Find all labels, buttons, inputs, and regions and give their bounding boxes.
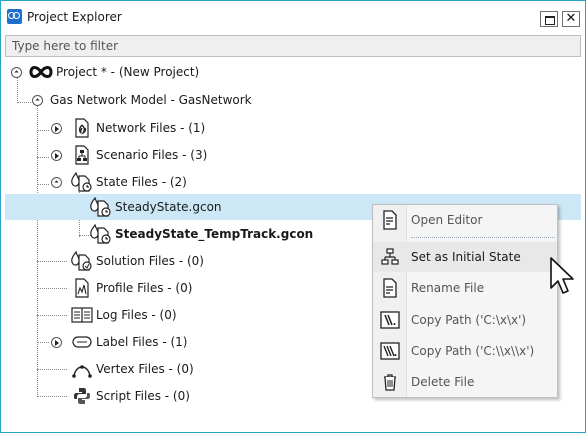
folder-label: Log Files - (0)	[96, 308, 177, 322]
mouse-cursor-icon	[550, 257, 574, 294]
expand-toggle[interactable]	[51, 337, 62, 348]
label-file-icon	[72, 336, 92, 348]
state-file-icon	[71, 172, 92, 192]
title-bar: Project Explorer ✕	[1, 1, 585, 33]
menu-item-copy-path-double[interactable]: Copy Path ('C:\\x\\x')	[373, 336, 557, 366]
menu-item-label: Copy Path ('C:\\x\\x')	[411, 344, 535, 358]
folder-label: Solution Files - (0)	[96, 254, 204, 268]
infinity-icon	[29, 66, 53, 78]
hierarchy-icon	[381, 248, 399, 265]
double-path-icon	[380, 342, 400, 360]
folder-label: Script Files - (0)	[96, 389, 190, 403]
menu-item-label: Open Editor	[411, 213, 483, 227]
tree-row-network-files[interactable]: Network Files - (1)	[5, 115, 581, 141]
close-button[interactable]: ✕	[562, 11, 580, 27]
model-label: Gas Network Model - GasNetwork	[50, 93, 252, 107]
state-file-icon	[90, 197, 111, 217]
menu-item-delete-file[interactable]: Delete File	[373, 367, 557, 397]
collapse-toggle[interactable]	[11, 67, 22, 78]
solution-file-icon	[71, 251, 92, 271]
filter-box	[5, 35, 581, 57]
menu-item-rename-file[interactable]: Rename File	[373, 273, 557, 303]
filter-input[interactable]	[6, 36, 580, 56]
folder-label: Profile Files - (0)	[96, 281, 193, 295]
trash-icon	[384, 374, 396, 391]
rename-icon	[383, 278, 397, 298]
restore-button[interactable]	[540, 11, 558, 27]
tree-row-project[interactable]: Project * - (New Project)	[5, 59, 581, 85]
window-title: Project Explorer	[27, 10, 122, 24]
collapse-toggle[interactable]	[51, 177, 62, 188]
menu-item-label: Set as Initial State	[411, 250, 521, 264]
script-file-icon	[74, 388, 90, 404]
document-edit-icon	[383, 210, 397, 230]
project-explorer-window: Project Explorer ✕ Project * - (New Proj…	[0, 0, 586, 433]
menu-item-label: Rename File	[411, 281, 485, 295]
app-logo-icon	[7, 9, 22, 24]
state-file-label: SteadyState.gcon	[115, 200, 222, 214]
expand-toggle[interactable]	[51, 150, 62, 161]
state-file-icon	[90, 224, 111, 244]
context-menu: Open Editor Set as Initial State Rename …	[372, 204, 558, 398]
project-label: Project * - (New Project)	[56, 65, 200, 79]
scenario-file-icon	[75, 145, 89, 165]
folder-label: Scenario Files - (3)	[96, 148, 208, 162]
menu-item-label: Delete File	[411, 375, 475, 389]
path-icon	[380, 311, 400, 329]
menu-item-label: Copy Path ('C:\x\x')	[411, 313, 527, 327]
state-file-label: SteadyState_TempTrack.gcon	[115, 227, 314, 241]
folder-label: Network Files - (1)	[96, 121, 206, 135]
log-file-icon	[71, 307, 93, 323]
network-file-icon	[75, 118, 89, 138]
vertex-file-icon	[72, 365, 92, 378]
expand-toggle[interactable]	[51, 123, 62, 134]
profile-file-icon	[75, 278, 89, 298]
folder-label: Label Files - (1)	[96, 335, 188, 349]
collapse-toggle[interactable]	[32, 95, 43, 106]
menu-item-set-initial-state[interactable]: Set as Initial State	[373, 242, 557, 272]
folder-label: State Files - (2)	[96, 175, 187, 189]
tree-row-state-files[interactable]: State Files - (2)	[5, 169, 581, 195]
tree-row-model[interactable]: Gas Network Model - GasNetwork	[5, 87, 581, 113]
folder-label: Vertex Files - (0)	[96, 362, 194, 376]
menu-item-open-editor[interactable]: Open Editor	[373, 205, 557, 235]
menu-item-copy-path[interactable]: Copy Path ('C:\x\x')	[373, 305, 557, 335]
tree-row-scenario-files[interactable]: Scenario Files - (3)	[5, 142, 581, 168]
